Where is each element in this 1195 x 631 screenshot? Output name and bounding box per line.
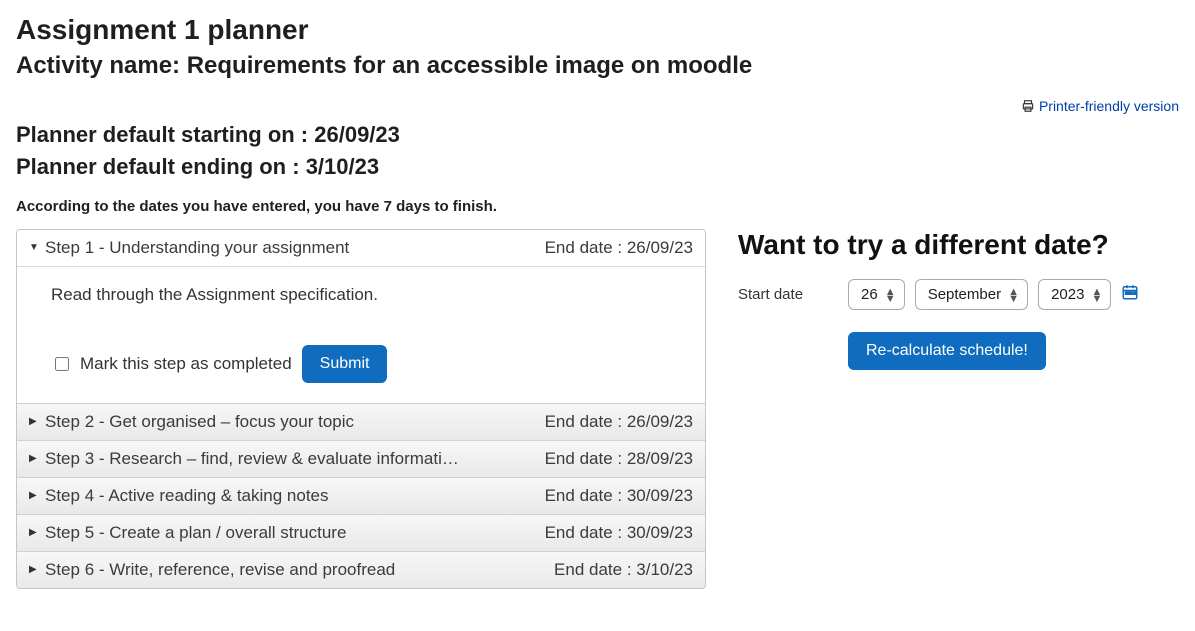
calendar-icon[interactable] <box>1121 283 1139 306</box>
step-title: Step 6 - Write, reference, revise and pr… <box>45 560 554 580</box>
caret-right-icon: ▶ <box>29 490 41 501</box>
step-end-date: End date : 3/10/23 <box>554 560 693 580</box>
step-title: Step 5 - Create a plan / overall structu… <box>45 523 545 543</box>
step-description: Read through the Assignment specificatio… <box>51 285 671 305</box>
alt-date-heading: Want to try a different date? <box>738 229 1179 261</box>
days-remaining-summary: According to the dates you have entered,… <box>16 198 1179 215</box>
sort-icon: ▲▼ <box>1092 287 1103 301</box>
step-title: Step 2 - Get organised – focus your topi… <box>45 412 545 432</box>
step-header-5[interactable]: ▶ Step 5 - Create a plan / overall struc… <box>17 514 705 551</box>
step-end-date: End date : 28/09/23 <box>545 449 693 469</box>
submit-button[interactable]: Submit <box>302 345 388 383</box>
recalculate-button[interactable]: Re-calculate schedule! <box>848 332 1046 370</box>
day-select[interactable]: 26 ▲▼ <box>848 279 905 310</box>
caret-right-icon: ▶ <box>29 453 41 464</box>
printer-friendly-link[interactable]: Printer-friendly version <box>1021 98 1179 114</box>
step-header-4[interactable]: ▶ Step 4 - Active reading & taking notes… <box>17 477 705 514</box>
step-end-date: End date : 26/09/23 <box>545 412 693 432</box>
planner-start-date: Planner default starting on : 26/09/23 <box>16 122 1179 148</box>
year-select[interactable]: 2023 ▲▼ <box>1038 279 1111 310</box>
planner-end-date: Planner default ending on : 3/10/23 <box>16 154 1179 180</box>
printer-icon <box>1021 99 1035 116</box>
month-select[interactable]: September ▲▼ <box>915 279 1028 310</box>
step-title: Step 4 - Active reading & taking notes <box>45 486 545 506</box>
step-header-1[interactable]: ▼ Step 1 - Understanding your assignment… <box>17 230 705 266</box>
step-title: Step 1 - Understanding your assignment <box>45 238 545 258</box>
sort-icon: ▲▼ <box>885 287 896 301</box>
caret-right-icon: ▶ <box>29 416 41 427</box>
page-title: Assignment 1 planner <box>16 14 1179 46</box>
step-header-6[interactable]: ▶ Step 6 - Write, reference, revise and … <box>17 551 705 588</box>
mark-complete-checkbox[interactable] <box>55 357 69 371</box>
start-date-label: Start date <box>738 286 838 303</box>
steps-accordion: ▼ Step 1 - Understanding your assignment… <box>16 229 706 589</box>
sort-icon: ▲▼ <box>1008 287 1019 301</box>
step-title: Step 3 - Research – find, review & evalu… <box>45 449 545 469</box>
caret-right-icon: ▶ <box>29 527 41 538</box>
activity-name: Activity name: Requirements for an acces… <box>16 52 1179 80</box>
step-end-date: End date : 30/09/23 <box>545 523 693 543</box>
caret-down-icon: ▼ <box>29 242 41 253</box>
step-end-date: End date : 26/09/23 <box>545 238 693 258</box>
caret-right-icon: ▶ <box>29 564 41 575</box>
step-header-2[interactable]: ▶ Step 2 - Get organised – focus your to… <box>17 403 705 440</box>
mark-complete-label[interactable]: Mark this step as completed <box>51 354 292 374</box>
step-end-date: End date : 30/09/23 <box>545 486 693 506</box>
step-header-3[interactable]: ▶ Step 3 - Research – find, review & eva… <box>17 440 705 477</box>
step-body-1: Read through the Assignment specificatio… <box>17 266 705 403</box>
